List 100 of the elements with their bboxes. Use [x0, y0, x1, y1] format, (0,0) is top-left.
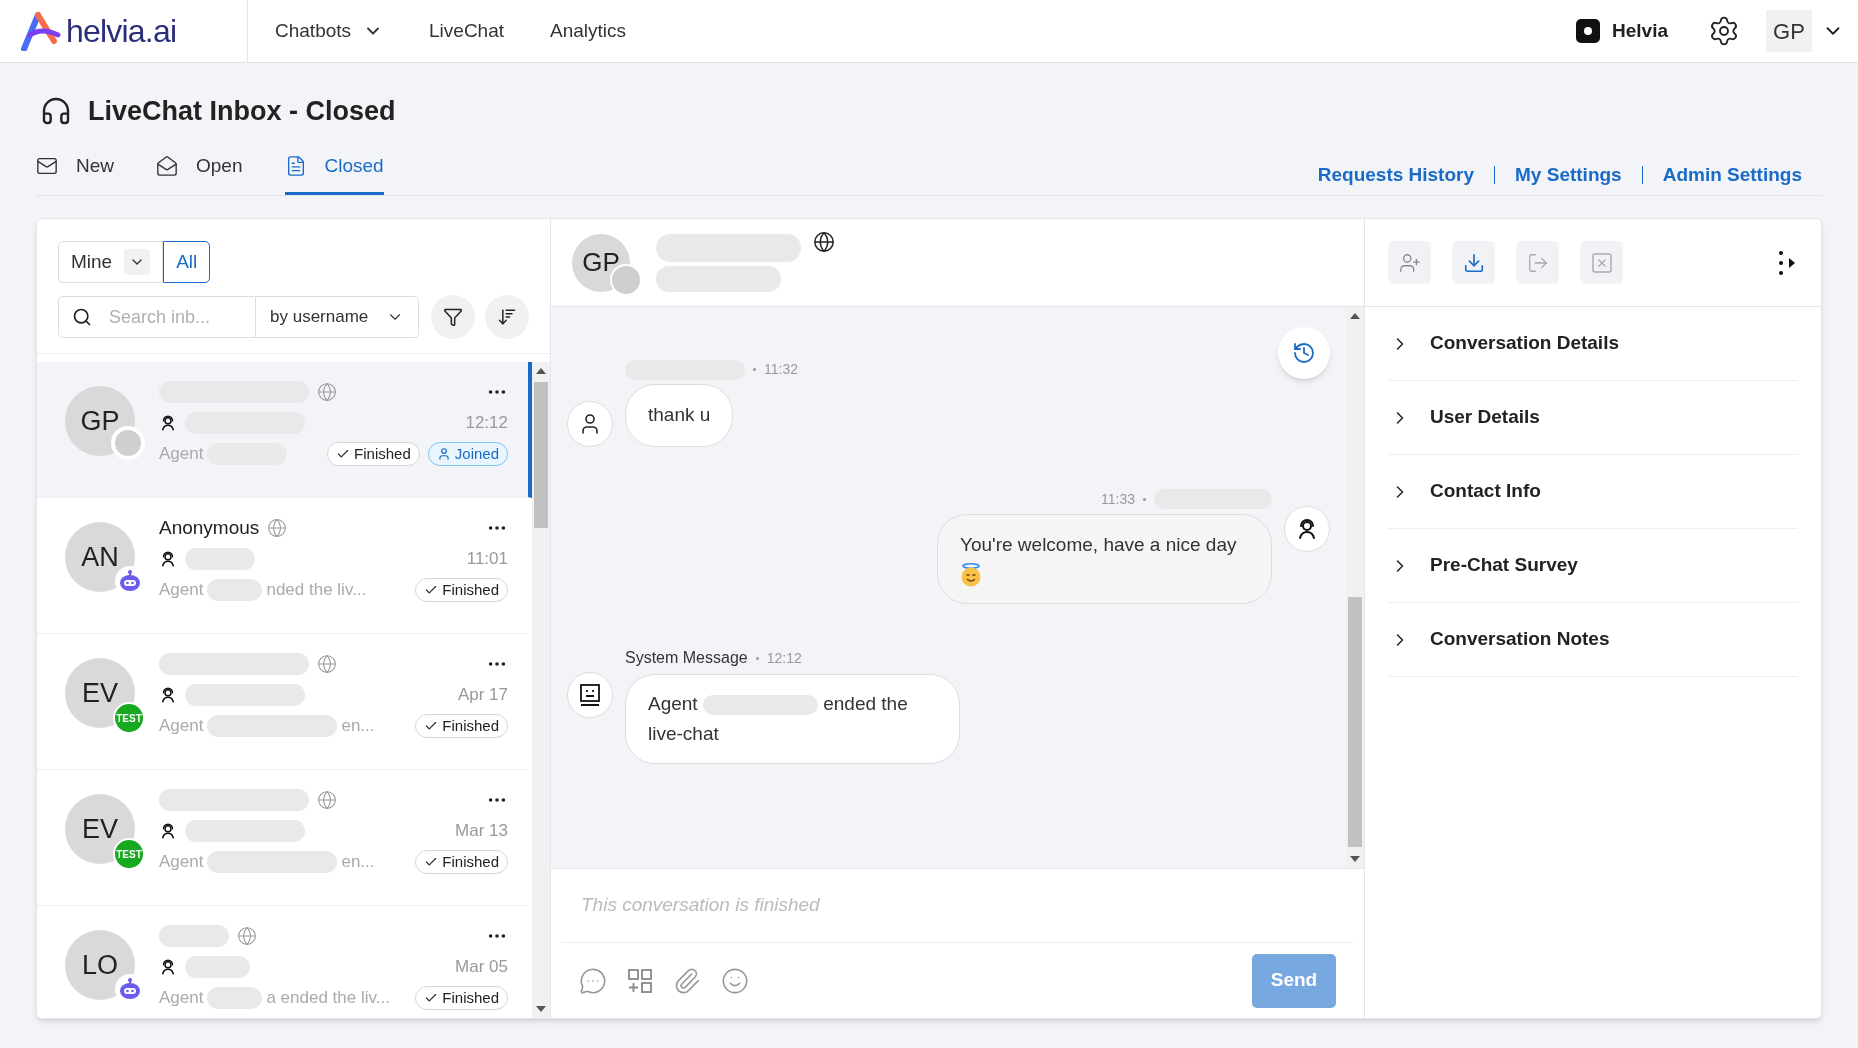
- check-icon: [424, 855, 439, 869]
- message-preview: nded the liv...: [266, 579, 367, 602]
- search-icon: [72, 307, 92, 327]
- scope-toggle[interactable]: All: [163, 241, 211, 283]
- exit-icon: [1526, 251, 1549, 274]
- close-icon: [1589, 250, 1614, 275]
- add-user-icon: [1398, 251, 1421, 274]
- contact-name: Anonymous: [159, 515, 260, 540]
- globe-icon: [237, 926, 257, 946]
- open-mail-icon: [156, 154, 178, 177]
- search-field[interactable]: Search inb...: [58, 296, 256, 338]
- message-preview: Agent: [159, 851, 204, 874]
- message-preview: Agent: [159, 579, 204, 602]
- conversation-item[interactable]: GP 12:12 Agent Finished Joined: [37, 362, 532, 498]
- conversation-item[interactable]: EV TEST Mar 13 Agent en... Finished: [37, 770, 532, 906]
- agent-icon: [159, 550, 177, 568]
- history-icon: [1292, 341, 1316, 365]
- nav-link[interactable]: Analytics: [550, 16, 627, 46]
- message-preview: en...: [341, 715, 375, 738]
- section-title: Contact Info: [1430, 479, 1541, 504]
- message-time: 11:32: [764, 360, 798, 379]
- grid-add-icon[interactable]: [627, 967, 653, 994]
- message-preview: Agent: [159, 987, 204, 1010]
- user-icon: [436, 447, 451, 461]
- logo-icon: [20, 11, 62, 51]
- tab[interactable]: New: [36, 151, 114, 195]
- status-tag: Finished: [415, 986, 508, 1010]
- globe-icon: [317, 382, 337, 402]
- sort-button[interactable]: [485, 295, 529, 339]
- scroll-up-icon[interactable]: [1350, 313, 1360, 319]
- header-link[interactable]: Requests History: [1317, 160, 1475, 189]
- message-preview: Agent: [159, 715, 204, 738]
- scroll-down-icon[interactable]: [1350, 856, 1360, 862]
- tab[interactable]: Closed: [284, 151, 384, 195]
- system-icon: [579, 683, 601, 707]
- filter-button[interactable]: [431, 295, 476, 339]
- section-title: Conversation Notes: [1430, 627, 1610, 652]
- nav-link[interactable]: LiveChat: [429, 16, 505, 46]
- scrollbar[interactable]: [1346, 307, 1364, 868]
- attachment-icon[interactable]: [673, 966, 701, 995]
- scroll-down-icon[interactable]: [536, 1006, 546, 1012]
- status-tag: Finished: [415, 850, 508, 874]
- status-tag: Finished: [415, 578, 508, 602]
- test-badge: TEST: [113, 838, 145, 870]
- conversation-time: Apr 17: [457, 684, 508, 707]
- search-by-select[interactable]: by username: [256, 296, 420, 338]
- conversation-item[interactable]: AN Anonymous 11:01 Agent nded the liv... Finished: [37, 498, 532, 634]
- settings-icon[interactable]: [1708, 15, 1740, 47]
- filter-icon: [443, 307, 464, 327]
- tab[interactable]: Open: [156, 151, 243, 195]
- globe-icon: [317, 790, 337, 810]
- status-tag: Finished: [415, 714, 508, 738]
- page-title: LiveChat Inbox - Closed: [88, 95, 396, 128]
- smiling-face-icon: [960, 563, 982, 587]
- header-link[interactable]: Admin Settings: [1662, 160, 1802, 189]
- scroll-up-icon[interactable]: [536, 368, 546, 374]
- conversation-item[interactable]: LO Mar 05 Agent a ended the liv... Finished: [37, 906, 532, 1018]
- section-title: User Details: [1430, 405, 1540, 430]
- user-avatar[interactable]: GP: [1766, 10, 1812, 52]
- logo-text: helvia.ai: [66, 12, 177, 51]
- download-icon: [1462, 251, 1485, 274]
- message-preview: en...: [341, 851, 375, 874]
- message-preview: Agent: [159, 443, 204, 466]
- accordion-section[interactable]: User Details: [1388, 381, 1798, 455]
- scrollbar-thumb[interactable]: [1348, 597, 1362, 847]
- globe-icon: [317, 654, 337, 674]
- scrollbar[interactable]: [532, 362, 550, 1018]
- chat-bubble-icon[interactable]: [579, 966, 607, 995]
- check-icon: [424, 583, 439, 597]
- workspace-name[interactable]: Helvia: [1612, 16, 1668, 46]
- status-tag: Joined: [427, 442, 508, 466]
- workspace-icon: [1576, 19, 1600, 43]
- conversation-item[interactable]: EV TEST Apr 17 Agent en... Finished: [37, 634, 532, 770]
- agent-icon: [159, 686, 177, 704]
- sort-icon: [497, 307, 518, 327]
- accordion-section[interactable]: Conversation Notes: [1388, 603, 1798, 677]
- check-icon: [336, 447, 351, 461]
- history-button[interactable]: [1278, 327, 1330, 379]
- message-bubble: Agent ended the live-chat: [625, 674, 960, 764]
- emoji-icon[interactable]: [721, 966, 749, 995]
- conversation-time: 12:12: [465, 412, 508, 435]
- download-button[interactable]: [1452, 241, 1495, 284]
- header-link[interactable]: My Settings: [1515, 160, 1622, 189]
- message-bubble: thank u: [625, 384, 734, 447]
- scrollbar-thumb[interactable]: [534, 382, 548, 528]
- scope-toggle[interactable]: Mine: [58, 241, 164, 283]
- section-title: Pre-Chat Survey: [1430, 553, 1578, 578]
- sender-name: System Message: [625, 648, 748, 668]
- accordion-section[interactable]: Conversation Details: [1388, 307, 1798, 381]
- globe-icon: [267, 518, 288, 538]
- agent-icon: [159, 822, 177, 840]
- message-text: You're welcome, have a nice day: [960, 532, 1238, 557]
- accordion-section[interactable]: Pre-Chat Survey: [1388, 529, 1798, 603]
- conversation-time: Mar 13: [455, 820, 508, 843]
- section-title: Conversation Details: [1430, 331, 1619, 356]
- nav-link[interactable]: Chatbots: [275, 16, 384, 46]
- accordion-section[interactable]: Contact Info: [1388, 455, 1798, 529]
- conversation-time: 11:01: [466, 548, 508, 571]
- agent-icon: [159, 414, 177, 432]
- avatar: LO: [65, 930, 135, 1000]
